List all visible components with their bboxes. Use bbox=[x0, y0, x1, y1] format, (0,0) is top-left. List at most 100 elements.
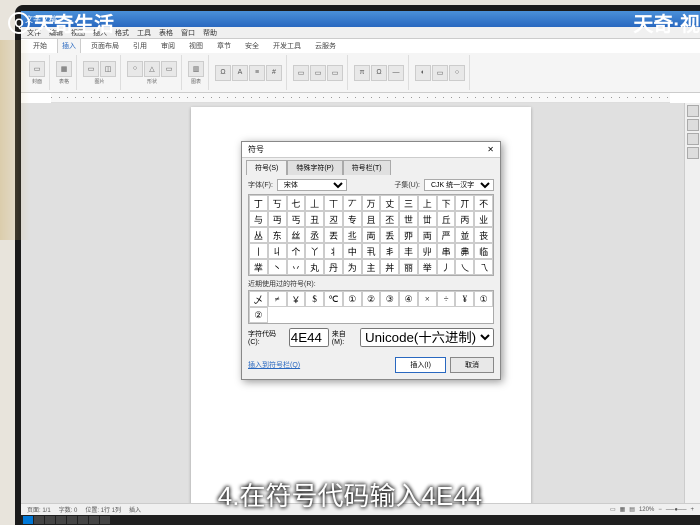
recent-char-cell[interactable]: ④ bbox=[399, 291, 418, 307]
ribbon-button[interactable]: ▭ bbox=[293, 65, 309, 81]
side-button[interactable] bbox=[687, 133, 699, 145]
recent-char-cell[interactable]: ≠ bbox=[268, 291, 287, 307]
subset-select[interactable]: CJK 统一汉字 bbox=[424, 179, 494, 191]
close-icon[interactable]: ✕ bbox=[487, 145, 494, 154]
from-select[interactable]: Unicode(十六进制) bbox=[360, 328, 494, 347]
char-cell[interactable]: 丸 bbox=[305, 259, 324, 275]
ribbon-tab[interactable]: 云服务 bbox=[311, 39, 340, 53]
taskbar-button[interactable] bbox=[34, 516, 44, 524]
char-cell[interactable]: 与 bbox=[249, 211, 268, 227]
char-cell[interactable]: 不 bbox=[474, 195, 493, 211]
recent-char-cell[interactable]: ￥ bbox=[287, 291, 306, 307]
char-cell[interactable]: 世 bbox=[399, 211, 418, 227]
char-cell[interactable]: 丯 bbox=[380, 243, 399, 259]
char-cell[interactable]: 丕 bbox=[380, 211, 399, 227]
ribbon-button[interactable]: ◫ bbox=[100, 61, 116, 77]
char-cell[interactable]: 丟 bbox=[324, 227, 343, 243]
char-cell[interactable]: 丙 bbox=[455, 211, 474, 227]
char-cell[interactable]: 丫 bbox=[305, 243, 324, 259]
taskbar-button[interactable] bbox=[56, 516, 66, 524]
char-cell[interactable]: 丞 bbox=[305, 227, 324, 243]
char-cell[interactable]: 丅 bbox=[324, 195, 343, 211]
char-cell[interactable]: 丵 bbox=[249, 259, 268, 275]
dialog-tab[interactable]: 符号(S) bbox=[246, 160, 287, 175]
char-cell[interactable]: 严 bbox=[437, 227, 456, 243]
ribbon-button[interactable]: ▭ bbox=[432, 65, 448, 81]
char-cell[interactable]: 丝 bbox=[287, 227, 306, 243]
recent-char-cell[interactable]: ② bbox=[362, 291, 381, 307]
char-cell[interactable]: 七 bbox=[287, 195, 306, 211]
char-cell[interactable]: 个 bbox=[287, 243, 306, 259]
char-cell[interactable]: 丷 bbox=[287, 259, 306, 275]
char-cell[interactable]: 丼 bbox=[380, 259, 399, 275]
char-cell[interactable]: 丬 bbox=[324, 243, 343, 259]
ribbon-button[interactable]: ▭ bbox=[161, 61, 177, 77]
ribbon-button[interactable]: ○ bbox=[127, 61, 143, 77]
char-cell[interactable]: 丱 bbox=[418, 243, 437, 259]
char-cell[interactable]: 丿 bbox=[437, 259, 456, 275]
ribbon-button[interactable]: △ bbox=[144, 61, 160, 77]
char-cell[interactable]: 中 bbox=[343, 243, 362, 259]
menu-item[interactable]: 格式 bbox=[115, 28, 129, 38]
ribbon-button[interactable]: π bbox=[354, 65, 370, 81]
code-input[interactable] bbox=[289, 328, 329, 347]
ribbon-tab[interactable]: 开始 bbox=[29, 39, 51, 53]
shortcut-link[interactable]: 插入到符号栏(Q) bbox=[248, 360, 300, 370]
char-cell[interactable]: 业 bbox=[474, 211, 493, 227]
char-cell[interactable]: 乁 bbox=[474, 259, 493, 275]
char-cell[interactable]: 为 bbox=[343, 259, 362, 275]
char-cell[interactable]: 丛 bbox=[249, 227, 268, 243]
ribbon-button[interactable]: ▭ bbox=[83, 61, 99, 77]
char-cell[interactable]: 丒 bbox=[324, 211, 343, 227]
char-cell[interactable]: 三 bbox=[399, 195, 418, 211]
char-cell[interactable]: 丑 bbox=[305, 211, 324, 227]
char-cell[interactable]: 丨 bbox=[249, 243, 268, 259]
taskbar-button[interactable] bbox=[67, 516, 77, 524]
char-cell[interactable]: 临 bbox=[474, 243, 493, 259]
ribbon-button[interactable]: # bbox=[266, 65, 282, 81]
char-cell[interactable]: 丰 bbox=[399, 243, 418, 259]
cancel-button[interactable]: 取消 bbox=[450, 357, 494, 373]
char-cell[interactable]: 丌 bbox=[455, 195, 474, 211]
char-cell[interactable]: 丳 bbox=[455, 243, 474, 259]
char-cell[interactable]: 両 bbox=[362, 227, 381, 243]
recent-char-cell[interactable]: ① bbox=[343, 291, 362, 307]
dialog-tab[interactable]: 符号栏(T) bbox=[343, 160, 391, 175]
char-cell[interactable]: 丹 bbox=[324, 259, 343, 275]
char-cell[interactable]: 丏 bbox=[268, 211, 287, 227]
ribbon-button[interactable]: Ω bbox=[371, 65, 387, 81]
char-cell[interactable]: 丗 bbox=[418, 211, 437, 227]
char-cell[interactable]: 专 bbox=[343, 211, 362, 227]
recent-char-cell[interactable]: $ bbox=[305, 291, 324, 307]
ribbon-button[interactable]: ≡ bbox=[249, 65, 265, 81]
ribbon-button[interactable]: ▭ bbox=[29, 61, 45, 77]
char-cell[interactable]: 丂 bbox=[268, 195, 287, 211]
font-select[interactable]: 宋体 bbox=[277, 179, 347, 191]
ribbon-tab[interactable]: 引用 bbox=[129, 39, 151, 53]
char-cell[interactable]: 丁 bbox=[249, 195, 268, 211]
ribbon-button[interactable]: ▭ bbox=[310, 65, 326, 81]
side-button[interactable] bbox=[687, 147, 699, 159]
char-cell[interactable]: 且 bbox=[362, 211, 381, 227]
recent-char-cell[interactable]: ℃ bbox=[324, 291, 343, 307]
recent-char-cell[interactable]: ① bbox=[474, 291, 493, 307]
ribbon-tab[interactable]: 章节 bbox=[213, 39, 235, 53]
char-cell[interactable]: 乀 bbox=[455, 259, 474, 275]
recent-char-cell[interactable]: ③ bbox=[380, 291, 399, 307]
ribbon-tab[interactable]: 审阅 bbox=[157, 39, 179, 53]
char-cell[interactable]: 並 bbox=[455, 227, 474, 243]
recent-char-cell[interactable]: × bbox=[418, 291, 437, 307]
ribbon-button[interactable]: ▥ bbox=[188, 61, 204, 77]
recent-char-cell[interactable]: ÷ bbox=[437, 291, 456, 307]
insert-button[interactable]: 插入(I) bbox=[395, 357, 446, 373]
char-cell[interactable]: 主 bbox=[362, 259, 381, 275]
char-cell[interactable]: 丄 bbox=[305, 195, 324, 211]
ribbon-tab[interactable]: 安全 bbox=[241, 39, 263, 53]
char-cell[interactable]: 举 bbox=[418, 259, 437, 275]
char-cell[interactable]: 串 bbox=[437, 243, 456, 259]
char-cell[interactable]: 丐 bbox=[287, 211, 306, 227]
char-cell[interactable]: 丧 bbox=[474, 227, 493, 243]
taskbar-button[interactable] bbox=[78, 516, 88, 524]
char-cell[interactable]: 丶 bbox=[268, 259, 287, 275]
char-cell[interactable]: 上 bbox=[418, 195, 437, 211]
